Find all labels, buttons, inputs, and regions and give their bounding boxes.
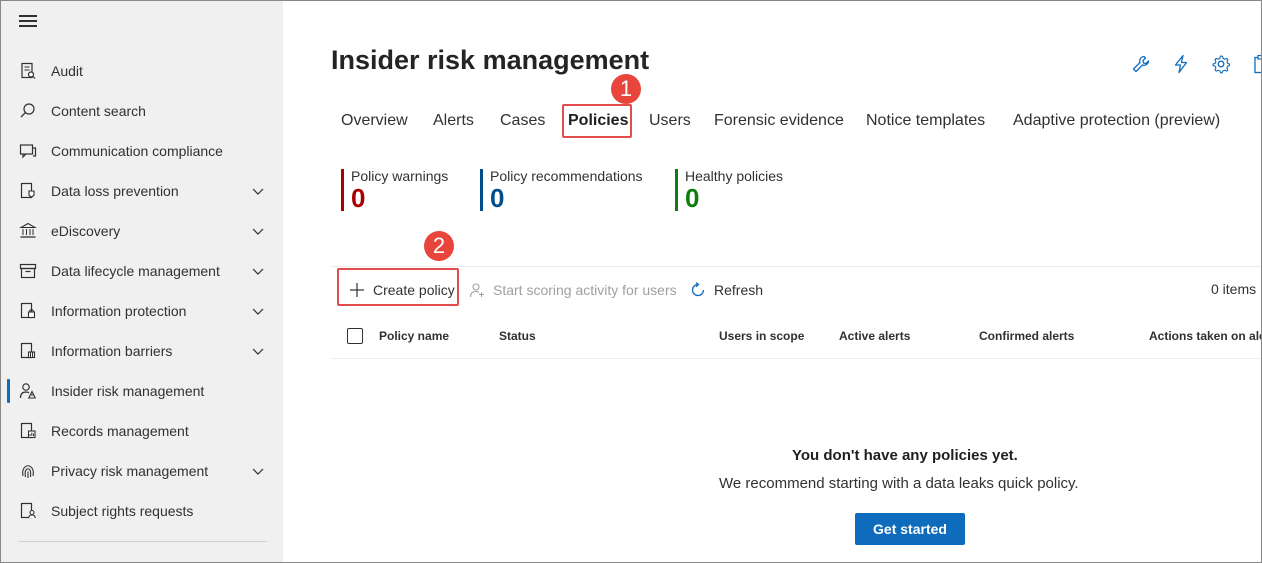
- column-header-policy-name[interactable]: Policy name: [379, 329, 449, 343]
- step-2-callout: 2: [424, 231, 454, 261]
- search-icon: [20, 103, 35, 118]
- refresh-icon: [691, 282, 705, 297]
- sidebar-item-audit[interactable]: Audit: [1, 51, 283, 91]
- lightning-icon[interactable]: [1171, 54, 1191, 74]
- sidebar-item-information-protection[interactable]: Information protection: [1, 291, 283, 331]
- sidebar-item-label: Records management: [51, 423, 189, 439]
- sidebar-item-information-barriers[interactable]: Information barriers: [1, 331, 283, 371]
- chevron-down-icon[interactable]: [251, 304, 265, 318]
- card-value: 0: [351, 183, 366, 213]
- sidebar-item-records-management[interactable]: Records management: [1, 411, 283, 451]
- column-header-status[interactable]: Status: [499, 329, 536, 343]
- start-scoring-label: Start scoring activity for users: [493, 282, 677, 298]
- tab-overview[interactable]: Overview: [341, 112, 408, 130]
- sidebar-nav: Audit Content search Communication compl…: [1, 1, 283, 562]
- sidebar-item-label: Audit: [51, 63, 83, 79]
- hamburger-icon[interactable]: [19, 15, 37, 29]
- card-label: Healthy policies: [685, 168, 784, 184]
- tab-forensic-evidence[interactable]: Forensic evidence: [714, 112, 844, 130]
- chevron-down-icon[interactable]: [251, 264, 265, 278]
- card-value: 0: [685, 183, 700, 213]
- summary-card-policy-recommendations: Policy recommendations 0: [480, 167, 643, 213]
- card-accent-bar: [341, 169, 344, 211]
- card-value: 0: [490, 183, 505, 213]
- sidebar-item-subject-rights-requests[interactable]: Subject rights requests: [1, 491, 283, 531]
- person-doc-icon: [20, 502, 36, 519]
- step-1-callout: 1: [611, 74, 641, 104]
- chevron-down-icon[interactable]: [251, 344, 265, 358]
- sidebar-item-data-lifecycle-management[interactable]: Data lifecycle management: [1, 251, 283, 291]
- lock-doc-icon: [20, 302, 36, 319]
- sidebar-item-ediscovery[interactable]: eDiscovery: [1, 211, 283, 251]
- sidebar-item-data-loss-prevention[interactable]: Data loss prevention: [1, 171, 283, 211]
- sidebar-item-label: Data lifecycle management: [51, 263, 220, 279]
- person-warning-icon: [19, 383, 37, 399]
- fingerprint-icon: [22, 465, 34, 478]
- card-label: Policy recommendations: [490, 168, 643, 184]
- items-count: 0 items: [1211, 281, 1257, 297]
- archive-icon: [19, 263, 37, 279]
- sidebar-item-label: Subject rights requests: [51, 503, 194, 519]
- records-icon: [20, 422, 36, 439]
- sidebar-divider: [19, 541, 267, 542]
- refresh-button[interactable]: Refresh: [690, 280, 763, 300]
- create-policy-highlight: [337, 268, 459, 306]
- header-toolbar: [1131, 54, 1262, 74]
- sidebar-item-label: Privacy risk management: [51, 463, 209, 479]
- chevron-down-icon[interactable]: [251, 224, 265, 238]
- sidebar-item-communication-compliance[interactable]: Communication compliance: [1, 131, 283, 171]
- audit-icon: [21, 62, 36, 79]
- shield-doc-icon: [20, 182, 35, 199]
- command-bar-divider: [331, 266, 1261, 267]
- chevron-down-icon[interactable]: [251, 184, 265, 198]
- sidebar-item-content-search[interactable]: Content search: [1, 91, 283, 131]
- card-label: Policy warnings: [351, 168, 449, 184]
- summary-card-healthy-policies: Healthy policies 0: [675, 167, 783, 213]
- card-accent-bar: [675, 169, 678, 211]
- bank-icon: [19, 222, 37, 238]
- refresh-label: Refresh: [714, 282, 764, 298]
- select-all-checkbox[interactable]: [347, 328, 363, 344]
- column-header-active-alerts[interactable]: Active alerts: [839, 329, 910, 343]
- empty-state-subtitle: We recommend starting with a data leaks …: [719, 475, 1079, 492]
- start-scoring-button[interactable]: Start scoring activity for users: [469, 280, 677, 300]
- sidebar-item-label: Information protection: [51, 303, 187, 319]
- chat-icon: [19, 144, 37, 159]
- barrier-doc-icon: [20, 342, 36, 359]
- sidebar-item-label: Content search: [51, 103, 146, 119]
- column-header-actions-taken[interactable]: Actions taken on ale: [1149, 329, 1261, 343]
- get-started-button[interactable]: Get started: [855, 513, 965, 545]
- card-accent-bar: [480, 169, 483, 211]
- column-header-confirmed-alerts[interactable]: Confirmed alerts: [979, 329, 1074, 343]
- table-header: Policy name Status Users in scope Active…: [331, 319, 1261, 359]
- empty-state-title: You don't have any policies yet.: [792, 447, 1018, 464]
- chevron-down-icon[interactable]: [251, 464, 265, 478]
- sidebar-item-label: eDiscovery: [51, 223, 121, 239]
- summary-card-policy-warnings: Policy warnings 0: [341, 167, 448, 213]
- sidebar-item-insider-risk-management[interactable]: Insider risk management: [1, 371, 283, 411]
- clipboard-icon[interactable]: [1251, 54, 1262, 74]
- gear-icon[interactable]: [1211, 54, 1231, 74]
- person-add-icon: [469, 283, 484, 298]
- tab-users[interactable]: Users: [649, 112, 691, 130]
- sidebar-item-privacy-risk-management[interactable]: Privacy risk management: [1, 451, 283, 491]
- sidebar-item-label: Data loss prevention: [51, 183, 179, 199]
- policies-tab-highlight: [562, 104, 632, 138]
- column-header-users-in-scope[interactable]: Users in scope: [719, 329, 804, 343]
- main-content: Insider risk management Overview Alerts …: [283, 1, 1262, 562]
- tab-adaptive-protection[interactable]: Adaptive protection (preview): [1013, 112, 1220, 130]
- tab-cases[interactable]: Cases: [500, 112, 545, 130]
- app-window: Audit Content search Communication compl…: [0, 0, 1262, 563]
- tab-notice-templates[interactable]: Notice templates: [866, 112, 985, 130]
- page-title: Insider risk management: [331, 45, 650, 75]
- sidebar-item-label: Information barriers: [51, 343, 173, 359]
- tab-alerts[interactable]: Alerts: [433, 112, 474, 130]
- sidebar-item-label: Communication compliance: [51, 143, 223, 159]
- wrench-icon[interactable]: [1131, 54, 1151, 74]
- sidebar-item-label: Insider risk management: [51, 383, 205, 399]
